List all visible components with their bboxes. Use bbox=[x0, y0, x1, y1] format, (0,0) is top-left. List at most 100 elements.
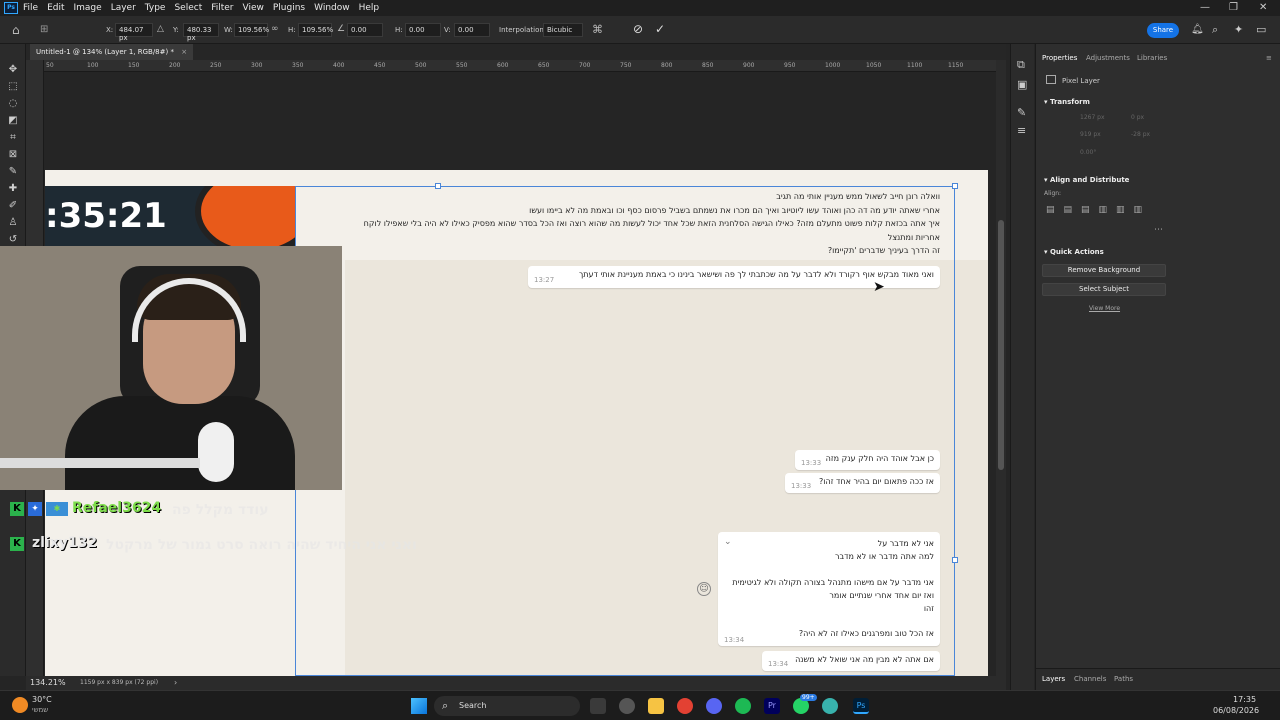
app-icon[interactable] bbox=[619, 698, 635, 714]
commit-transform-icon[interactable]: ✓ bbox=[655, 22, 665, 36]
tab-paths[interactable]: Paths bbox=[1114, 675, 1133, 683]
scroll-thumb[interactable] bbox=[998, 220, 1004, 470]
delta-icon[interactable]: △ bbox=[157, 24, 164, 34]
transform-bounding-box[interactable] bbox=[295, 186, 955, 676]
transform-handle[interactable] bbox=[952, 557, 958, 563]
hskew-field[interactable]: 0.00 bbox=[405, 23, 441, 37]
photoshop-logo-icon[interactable]: Ps bbox=[4, 2, 18, 14]
y-label: Y: bbox=[173, 26, 179, 34]
tab-properties[interactable]: Properties bbox=[1042, 54, 1077, 62]
y-field[interactable]: 480.33 px bbox=[183, 23, 219, 42]
warp-icon[interactable]: ⌘ bbox=[592, 23, 603, 36]
x-field[interactable]: 484.07 px bbox=[115, 23, 153, 42]
transform-handle[interactable] bbox=[435, 183, 441, 189]
align-section[interactable]: ▾ Align and Distribute bbox=[1044, 176, 1129, 184]
premiere-icon[interactable]: Pr bbox=[764, 698, 780, 714]
minimize-icon[interactable]: — bbox=[1200, 2, 1210, 13]
link-icon[interactable]: ∞ bbox=[271, 24, 279, 34]
chrome-icon[interactable] bbox=[677, 698, 693, 714]
home-icon[interactable]: ⌂ bbox=[12, 23, 20, 37]
marquee-tool-icon[interactable]: ⬚ bbox=[7, 81, 19, 93]
discord-icon[interactable] bbox=[706, 698, 722, 714]
document-tab[interactable]: Untitled-1 @ 134% (Layer 1, RGB/8#) * × bbox=[30, 44, 194, 60]
view-more-link[interactable]: View More bbox=[1089, 305, 1120, 312]
workspace-icon[interactable]: ▭ bbox=[1256, 23, 1266, 36]
document-info[interactable]: 1159 px x 839 px (72 ppi) bbox=[80, 679, 158, 686]
eyedropper-tool-icon[interactable]: ✎ bbox=[7, 166, 19, 178]
tab-libraries[interactable]: Libraries bbox=[1137, 54, 1167, 62]
discover-icon[interactable]: ✦ bbox=[1234, 23, 1243, 36]
frame-tool-icon[interactable]: ⊠ bbox=[7, 149, 19, 161]
browser-icon[interactable] bbox=[822, 698, 838, 714]
brush-tool-icon[interactable]: ✐ bbox=[7, 200, 19, 212]
angle-field[interactable]: 0.00 bbox=[347, 23, 383, 37]
share-button[interactable]: Share bbox=[1147, 23, 1179, 38]
align-buttons-icon[interactable]: ▤▤▤▥▥▥ bbox=[1046, 205, 1151, 215]
brush-settings-icon[interactable]: ✎ bbox=[1017, 106, 1026, 119]
menu-help[interactable]: Help bbox=[359, 3, 380, 13]
search-icon[interactable]: ⌕ bbox=[1212, 23, 1218, 37]
cancel-transform-icon[interactable]: ⊘ bbox=[633, 22, 643, 36]
move-tool-icon[interactable]: ✥ bbox=[7, 64, 19, 76]
h-field[interactable]: 109.56% bbox=[298, 23, 333, 37]
quick-actions-section[interactable]: ▾ Quick Actions bbox=[1044, 248, 1104, 256]
menu-plugins[interactable]: Plugins bbox=[273, 3, 305, 13]
remove-background-button[interactable]: Remove Background bbox=[1042, 264, 1166, 277]
vskew-field[interactable]: 0.00 bbox=[454, 23, 490, 37]
tab-channels[interactable]: Channels bbox=[1074, 675, 1106, 683]
transform-handle[interactable] bbox=[952, 183, 958, 189]
stamp-tool-icon[interactable]: ♙ bbox=[7, 217, 19, 229]
healing-tool-icon[interactable]: ✚ bbox=[7, 183, 19, 195]
comments-icon[interactable]: ▣ bbox=[1017, 78, 1027, 91]
adjustments-icon[interactable]: ≡ bbox=[1017, 124, 1026, 137]
transform-section[interactable]: ▾ Transform bbox=[1044, 98, 1090, 106]
ruler-tick-label: 400 bbox=[333, 62, 345, 69]
menu-view[interactable]: View bbox=[243, 3, 264, 13]
windows-start-icon[interactable] bbox=[411, 698, 427, 714]
clock-time[interactable]: 17:35 bbox=[1233, 695, 1256, 704]
menu-filter[interactable]: Filter bbox=[211, 3, 233, 13]
transform-y[interactable]: -28 px bbox=[1131, 131, 1150, 138]
taskbar-search[interactable]: ⌕ Search bbox=[434, 696, 580, 716]
photoshop-taskbar-icon[interactable]: Ps bbox=[853, 698, 869, 714]
close-tab-icon[interactable]: × bbox=[181, 48, 187, 56]
menu-select[interactable]: Select bbox=[174, 3, 202, 13]
transform-reference-icon[interactable]: ⊞ bbox=[40, 24, 48, 35]
task-view-icon[interactable] bbox=[590, 698, 606, 714]
select-subject-button[interactable]: Select Subject bbox=[1042, 283, 1166, 296]
transform-w[interactable]: 1267 px bbox=[1080, 114, 1105, 121]
file-explorer-icon[interactable] bbox=[648, 698, 664, 714]
menu-layer[interactable]: Layer bbox=[111, 3, 136, 13]
clock-date[interactable]: 06/08/2026 bbox=[1213, 706, 1259, 715]
restore-icon[interactable]: ❐ bbox=[1229, 2, 1238, 13]
menu-type[interactable]: Type bbox=[145, 3, 166, 13]
close-icon[interactable]: ✕ bbox=[1259, 2, 1267, 13]
crop-tool-icon[interactable]: ⌗ bbox=[7, 132, 19, 144]
menu-file[interactable]: File bbox=[23, 3, 38, 13]
tab-layers[interactable]: Layers bbox=[1042, 675, 1065, 683]
more-icon[interactable]: ⋯ bbox=[1154, 225, 1163, 235]
vertical-scrollbar[interactable] bbox=[996, 60, 1006, 676]
history-icon[interactable]: ⧉ bbox=[1017, 58, 1025, 72]
w-label: W: bbox=[224, 26, 233, 34]
interpolation-select[interactable]: Bicubic bbox=[543, 23, 583, 37]
lasso-tool-icon[interactable]: ◌ bbox=[7, 98, 19, 110]
ruler-horizontal: 50 100 150 200 250 300 350 400 450 500 550 600 650 70… bbox=[44, 60, 996, 72]
chevron-right-icon[interactable]: › bbox=[174, 678, 177, 687]
panel-menu-icon[interactable]: ≡ bbox=[1266, 54, 1272, 62]
weather-icon[interactable] bbox=[12, 697, 28, 713]
transform-angle[interactable]: 0.00° bbox=[1080, 149, 1096, 156]
weather-temp[interactable]: 30°C bbox=[32, 695, 52, 704]
spotify-icon[interactable] bbox=[735, 698, 751, 714]
object-select-tool-icon[interactable]: ◩ bbox=[7, 115, 19, 127]
history-brush-icon[interactable]: ↺ bbox=[7, 234, 19, 246]
menu-edit[interactable]: Edit bbox=[47, 3, 64, 13]
transform-h[interactable]: 919 px bbox=[1080, 131, 1101, 138]
transform-x[interactable]: 0 px bbox=[1131, 114, 1144, 121]
tab-adjustments[interactable]: Adjustments bbox=[1086, 54, 1130, 62]
menu-image[interactable]: Image bbox=[74, 3, 102, 13]
bell-icon[interactable]: 🔔︎ bbox=[1191, 24, 1204, 35]
menu-window[interactable]: Window bbox=[314, 3, 350, 13]
zoom-level[interactable]: 134.21% bbox=[30, 678, 66, 687]
w-field[interactable]: 109.56% bbox=[234, 23, 269, 37]
